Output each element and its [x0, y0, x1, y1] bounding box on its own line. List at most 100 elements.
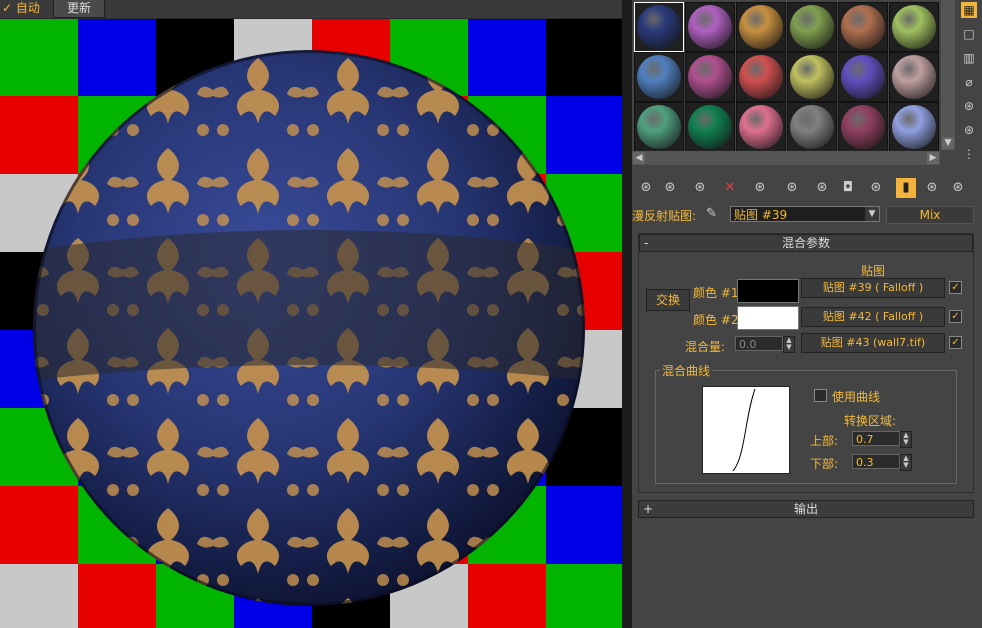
- diffuse-map-label: 漫反射贴图:: [632, 209, 697, 223]
- map-type-button[interactable]: Mix: [886, 206, 974, 224]
- collapse-icon[interactable]: -: [644, 235, 648, 251]
- material-slot[interactable]: [685, 2, 735, 52]
- material-slot[interactable]: [889, 102, 939, 152]
- expand-icon[interactable]: +: [643, 501, 653, 517]
- use-curve-label: 使用曲线: [832, 390, 881, 404]
- side-tool-icon[interactable]: ⋮: [961, 146, 977, 162]
- color1-label: 颜色 #1: [693, 286, 739, 300]
- mix-amount-label: 混合量:: [685, 340, 726, 354]
- upper-spinner[interactable]: 0.7: [852, 431, 900, 446]
- color1-map-button[interactable]: 贴图 #39 ( Falloff ): [801, 278, 945, 298]
- toolbar-icon[interactable]: ◘: [838, 178, 858, 198]
- chevron-down-icon[interactable]: ▼: [865, 207, 879, 221]
- side-tool-icon[interactable]: □: [961, 26, 977, 42]
- lower-label: 下部:: [810, 457, 839, 471]
- swap-button[interactable]: 交换: [646, 289, 690, 311]
- material-slot[interactable]: [787, 2, 837, 52]
- material-ball: [688, 105, 732, 149]
- toolbar-icon[interactable]: ⊛: [660, 178, 680, 198]
- color2-map-button[interactable]: 贴图 #42 ( Falloff ): [801, 307, 945, 327]
- color2-swatch[interactable]: [737, 306, 799, 330]
- output-rollout-header[interactable]: 输出 +: [638, 500, 974, 518]
- checker-cell: [78, 564, 156, 628]
- toolbar-icon[interactable]: ⊛: [636, 178, 656, 198]
- mix-amount-spinner[interactable]: 0.0: [735, 336, 783, 351]
- toolbar-icon[interactable]: ⊛: [690, 178, 710, 198]
- material-editor-panel: ▼ ◀ ▶ ▦ □ ▥ ⌀ ⊛ ⊛ ⋮ ⊛ ⊛ ⊛ ✕ ⊛ ⊛ ⊛ ◘ ⊛ ▮ ⊛ ⊛ 漫反射贴图: ✎ 贴图 #…: [632, 0, 982, 628]
- toolbar-icon[interactable]: ⊛: [812, 178, 832, 198]
- material-slot[interactable]: [838, 2, 888, 52]
- mix-parameters-rollout: 混合参数 - 贴图 交换 颜色 #1 贴图 #39 ( Falloff ) ✓ …: [638, 233, 974, 493]
- toolbar-icon[interactable]: ▮: [896, 178, 916, 198]
- side-tool-icon[interactable]: ⊛: [961, 122, 977, 138]
- material-slot[interactable]: [634, 52, 684, 102]
- slots-horizontal-scrollbar[interactable]: ◀ ▶: [632, 151, 940, 165]
- checker-cell: [0, 18, 78, 96]
- color1-map-checkbox[interactable]: ✓: [949, 281, 962, 294]
- toolbar-icon[interactable]: ⊛: [782, 178, 802, 198]
- toolbar-icon[interactable]: ⊛: [750, 178, 770, 198]
- side-tool-icon[interactable]: ▦: [961, 2, 977, 18]
- map-name-text: 贴图 #39: [734, 208, 788, 222]
- material-slot[interactable]: [889, 2, 939, 52]
- material-ball: [637, 55, 681, 99]
- checker-cell: [468, 564, 546, 628]
- spinner-arrows-icon[interactable]: ▲ ▼: [900, 431, 912, 448]
- side-tool-icon[interactable]: ▥: [961, 50, 977, 66]
- auto-update-toggle[interactable]: ✓ 自动: [2, 0, 40, 16]
- material-slot[interactable]: [736, 102, 786, 152]
- toolbar-icon[interactable]: ✕: [720, 178, 740, 198]
- viewport-toolbar: ✓ 自动 更新: [0, 0, 622, 19]
- checker-cell: [78, 18, 156, 96]
- checker-cell: [546, 18, 622, 96]
- material-ball: [739, 105, 783, 149]
- color1-swatch[interactable]: [737, 279, 799, 303]
- checker-cell: [468, 18, 546, 96]
- mix-parameters-header[interactable]: 混合参数 -: [639, 234, 973, 252]
- material-slot[interactable]: [787, 102, 837, 152]
- checker-cell: [546, 486, 622, 564]
- material-slot[interactable]: [787, 52, 837, 102]
- scroll-right-icon[interactable]: ▶: [927, 152, 939, 164]
- material-slot[interactable]: [685, 102, 735, 152]
- spinner-arrows-icon[interactable]: ▲ ▼: [900, 454, 912, 471]
- map-name-field[interactable]: 贴图 #39 ▼: [730, 206, 880, 222]
- slots-vertical-scrollbar[interactable]: ▼: [941, 0, 955, 150]
- material-slot[interactable]: [634, 102, 684, 152]
- material-slot[interactable]: [736, 52, 786, 102]
- material-slot[interactable]: [736, 2, 786, 52]
- checker-cell: [0, 564, 78, 628]
- upper-label: 上部:: [810, 434, 839, 448]
- update-button[interactable]: 更新: [53, 0, 105, 18]
- material-slot[interactable]: [685, 52, 735, 102]
- mix-amount-map-button[interactable]: 贴图 #43 (wall7.tif): [801, 333, 945, 353]
- material-slot[interactable]: [889, 52, 939, 102]
- eyedropper-icon[interactable]: ✎: [706, 206, 717, 221]
- scroll-left-icon[interactable]: ◀: [633, 152, 645, 164]
- material-ball: [841, 5, 885, 49]
- toolbar-icon[interactable]: ⊛: [866, 178, 886, 198]
- toolbar-icon[interactable]: ⊛: [922, 178, 942, 198]
- color2-label: 颜色 #2: [693, 313, 739, 327]
- side-tool-icon[interactable]: ⌀: [961, 74, 977, 90]
- use-curve-checkbox[interactable]: [814, 389, 827, 402]
- material-ball: [892, 105, 936, 149]
- material-slot[interactable]: [634, 2, 684, 52]
- material-ball: [790, 105, 834, 149]
- material-ball: [841, 55, 885, 99]
- material-ball: [790, 55, 834, 99]
- color2-map-checkbox[interactable]: ✓: [949, 310, 962, 323]
- transition-zone-label: 转换区域:: [844, 414, 897, 428]
- side-tool-icon[interactable]: ⊛: [961, 98, 977, 114]
- toolbar-icon[interactable]: ⊛: [948, 178, 968, 198]
- mix-curve-title: 混合曲线: [660, 362, 713, 379]
- material-slots-grid: [632, 0, 942, 152]
- material-ball: [637, 105, 681, 149]
- spinner-arrows-icon[interactable]: ▲ ▼: [783, 336, 795, 353]
- material-ball: [688, 5, 732, 49]
- scroll-down-icon[interactable]: ▼: [942, 137, 954, 149]
- material-slot[interactable]: [838, 102, 888, 152]
- material-slot[interactable]: [838, 52, 888, 102]
- mix-amount-map-checkbox[interactable]: ✓: [949, 336, 962, 349]
- lower-spinner[interactable]: 0.3: [852, 454, 900, 469]
